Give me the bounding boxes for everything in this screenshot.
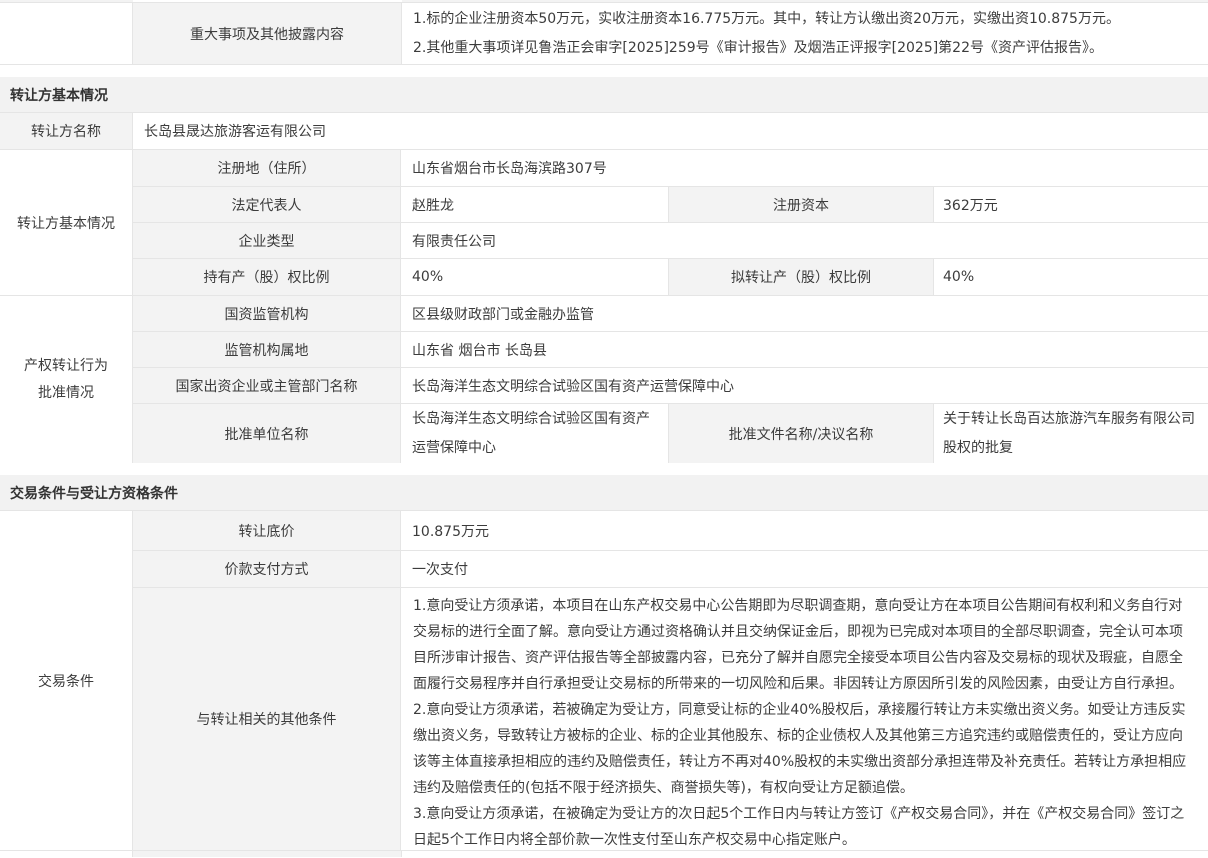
regulator-region-value: 山东省 烟台市 长岛县 [401,332,1208,367]
group-trade-conditions-label: 交易条件 [0,511,133,850]
reg-capital-value: 362万元 [934,187,1208,222]
table-row-company-type: 企业类型 有限责任公司 [133,223,1208,259]
table-row-transferor-name: 转让方名称 长岛县晟达旅游客运有限公司 [0,113,1208,150]
floor-price-value: 10.875万元 [401,511,1208,550]
transferor-name-value: 长岛县晟达旅游客运有限公司 [133,113,1208,149]
planned-ratio-value: 40% [934,259,1208,295]
approval-unit-label: 批准单位名称 [133,404,401,463]
section-title-trade: 交易条件与受让方资格条件 [0,475,1208,511]
regulator-region-label: 监管机构属地 [133,332,401,367]
state-enterprise-label: 国家出资企业或主管部门名称 [133,368,401,403]
table-row-other-conditions: 与转让相关的其他条件 1.意向受让方须承诺，本项目在山东产权交易中心公告期即为尽… [133,588,1208,850]
payment-method-label: 价款支付方式 [133,551,401,587]
table-row-floor-price: 转让底价 10.875万元 [133,511,1208,551]
trade-section: 交易条件与受让方资格条件 交易条件 转让底价 10.875万元 价款支付方式 一… [0,475,1208,857]
reg-capital-label: 注册资本 [669,187,934,222]
reg-address-value: 山东省烟台市长岛海滨路307号 [401,150,1208,186]
holding-ratio-label: 持有产（股）权比例 [133,259,401,295]
regulator-label: 国资监管机构 [133,296,401,331]
cutoff-row-bottom [0,851,1208,857]
disclosure-value: 1.标的企业注册资本50万元，实收注册资本16.775万元。其中，转让方认缴出资… [402,3,1208,64]
company-type-value: 有限责任公司 [401,223,1208,258]
legal-rep-value: 赵胜龙 [401,187,669,222]
holding-ratio-value: 40% [401,259,669,295]
section-title-transferor: 转让方基本情况 [0,77,1208,113]
table-row-regulator: 国资监管机构 区县级财政部门或金融办监管 [133,296,1208,332]
table-row-holding-ratio: 持有产（股）权比例 40% 拟转让产（股）权比例 40% [133,259,1208,295]
table-row-state-enterprise: 国家出资企业或主管部门名称 长岛海洋生态文明综合试验区国有资产运营保障中心 [133,368,1208,404]
disclosure-outer-cell [0,3,133,64]
approval-doc-label: 批准文件名称/决议名称 [669,404,934,463]
group-approval-info: 产权转让行为批准情况 国资监管机构 区县级财政部门或金融办监管 监管机构属地 山… [0,296,1208,463]
group-trade-conditions: 交易条件 转让底价 10.875万元 价款支付方式 一次支付 与转让相关的其他条… [0,511,1208,851]
payment-method-value: 一次支付 [401,551,1208,587]
company-type-label: 企业类型 [133,223,401,258]
legal-rep-label: 法定代表人 [133,187,401,222]
condition-paragraph-3: 3.意向受让方须承诺，在被确定为受让方的次日起5个工作日内与转让方签订《产权交易… [413,801,1195,850]
approval-unit-value: 长岛海洋生态文明综合试验区国有资产运营保障中心 [401,404,669,463]
disclosure-block: 重大事项及其他披露内容 1.标的企业注册资本50万元，实收注册资本16.775万… [0,0,1208,65]
approval-doc-value: 关于转让长岛百达旅游汽车服务有限公司股权的批复 [934,404,1208,463]
condition-paragraph-1: 1.意向受让方须承诺，本项目在山东产权交易中心公告期即为尽职调查期，意向受让方在… [413,593,1195,697]
transferor-section: 转让方基本情况 转让方名称 长岛县晟达旅游客运有限公司 转让方基本情况 注册地（… [0,77,1208,463]
regulator-value: 区县级财政部门或金融办监管 [401,296,1208,331]
disclosure-line-2: 2.其他重大事项详见鲁浩正会审字[2025]259号《审计报告》及烟浩正评报字[… [413,34,1103,63]
table-row-disclosure: 重大事项及其他披露内容 1.标的企业注册资本50万元，实收注册资本16.775万… [0,3,1208,65]
table-row-regulator-region: 监管机构属地 山东省 烟台市 长岛县 [133,332,1208,368]
disclosure-label: 重大事项及其他披露内容 [133,3,402,64]
section-gap [0,463,1208,475]
section-gap [0,65,1208,77]
table-row-legal-rep: 法定代表人 赵胜龙 注册资本 362万元 [133,187,1208,223]
table-row-reg-address: 注册地（住所） 山东省烟台市长岛海滨路307号 [133,150,1208,187]
floor-price-label: 转让底价 [133,511,401,550]
other-conditions-value: 1.意向受让方须承诺，本项目在山东产权交易中心公告期即为尽职调查期，意向受让方在… [401,588,1208,850]
group-basic-info-label: 转让方基本情况 [0,150,133,295]
disclosure-line-1: 1.标的企业注册资本50万元，实收注册资本16.775万元。其中，转让方认缴出资… [413,5,1120,34]
group-basic-info: 转让方基本情况 注册地（住所） 山东省烟台市长岛海滨路307号 法定代表人 赵胜… [0,150,1208,296]
table-row-payment-method: 价款支付方式 一次支付 [133,551,1208,588]
table-row-approval-unit: 批准单位名称 长岛海洋生态文明综合试验区国有资产运营保障中心 批准文件名称/决议… [133,404,1208,463]
state-enterprise-value: 长岛海洋生态文明综合试验区国有资产运营保障中心 [401,368,1208,403]
transferor-name-label: 转让方名称 [0,113,133,149]
reg-address-label: 注册地（住所） [133,150,401,186]
planned-ratio-label: 拟转让产（股）权比例 [669,259,934,295]
other-conditions-label: 与转让相关的其他条件 [133,588,401,850]
condition-paragraph-2: 2.意向受让方须承诺，若被确定为受让方，同意受让标的企业40%股权后，承接履行转… [413,697,1195,801]
group-approval-info-label: 产权转让行为批准情况 [0,296,133,463]
